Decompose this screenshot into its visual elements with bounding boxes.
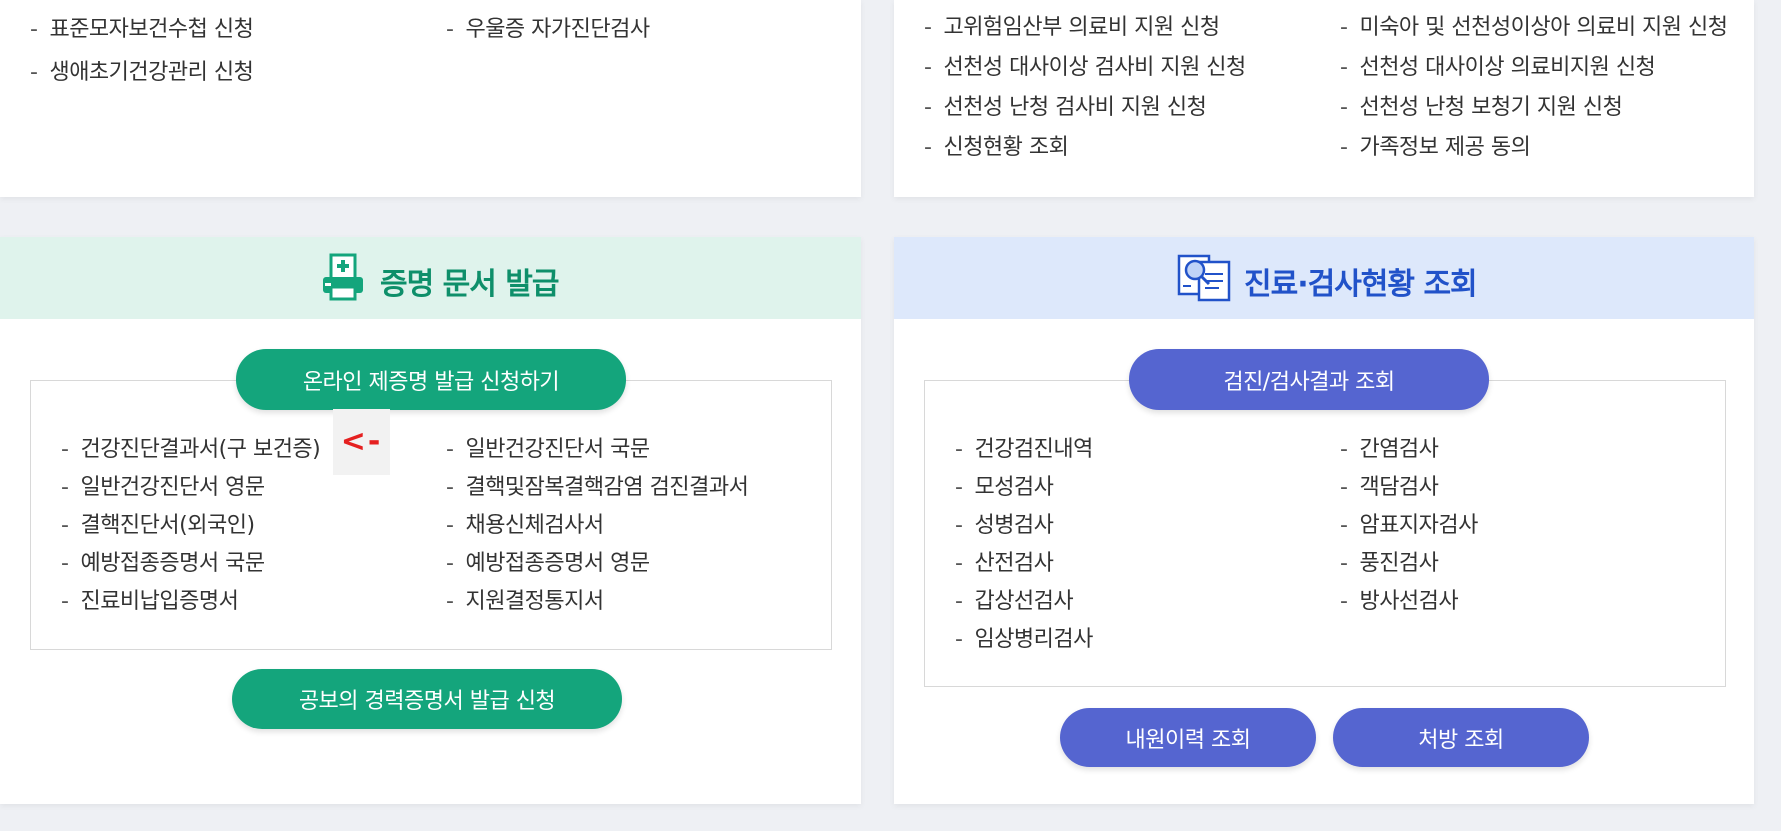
dash: - [446, 589, 454, 614]
list-item[interactable]: - 모성검사 [955, 469, 1054, 501]
dash: - [1340, 589, 1348, 614]
online-certificate-apply-button[interactable]: 온라인 제증명 발급 신청하기 [236, 349, 626, 410]
list-item[interactable]: - 건강검진내역 [955, 431, 1093, 463]
list-item[interactable]: - 건강진단결과서(구 보건증) [61, 431, 321, 463]
list-item[interactable]: - 예방접종증명서 국문 [61, 545, 265, 577]
list-item[interactable]: - 예방접종증명서 영문 [446, 545, 650, 577]
list-item[interactable]: - 가족정보 제공 동의 [1340, 129, 1531, 161]
dash: - [30, 60, 38, 85]
exam-results-button[interactable]: 검진/검사결과 조회 [1129, 349, 1489, 410]
list-item[interactable]: - 우울증 자가진단검사 [446, 11, 650, 43]
dash: - [1340, 437, 1348, 462]
list-item[interactable]: - 간염검사 [1340, 431, 1439, 463]
dash: - [955, 513, 963, 538]
visit-history-button[interactable]: 내원이력 조회 [1060, 708, 1316, 767]
annotation-arrow-marker: <- [333, 409, 390, 475]
dash: - [924, 15, 932, 40]
dash: - [955, 475, 963, 500]
certificate-issuance-card: 증명 문서 발급 - 건강진단결과서(구 보건증) - 일반건강진단서 국문 - 일반… [0, 237, 861, 804]
exam-list-box: - 건강검진내역 - 간염검사 - 모성검사 - 객담검사 - 성병검사 - 암표지자검사 … [924, 380, 1726, 687]
list-item[interactable]: - 선천성 난청 검사비 지원 신청 [924, 89, 1207, 121]
list-item[interactable]: - 선천성 대사이상 의료비지원 신청 [1340, 49, 1656, 81]
career-certificate-apply-button[interactable]: 공보의 경력증명서 발급 신청 [232, 669, 622, 729]
dash: - [955, 437, 963, 462]
certificate-list-box: - 건강진단결과서(구 보건증) - 일반건강진단서 국문 - 일반건강진단서 영문 … [30, 380, 832, 650]
list-item[interactable]: - 채용신체검사서 [446, 507, 604, 539]
list-item[interactable]: - 갑상선검사 [955, 583, 1074, 615]
maternal-services-card: - 표준모자보건수첩 신청 - 우울증 자가진단검사 - 생애초기건강관리 신청 [0, 0, 861, 197]
list-item[interactable]: - 일반건강진단서 영문 [61, 469, 265, 501]
dash: - [1340, 551, 1348, 576]
section-header: 증명 문서 발급 [0, 237, 861, 319]
list-item[interactable]: - 암표지자검사 [1340, 507, 1478, 539]
document-search-icon [1177, 254, 1231, 302]
dash: - [61, 475, 69, 500]
list-item[interactable]: - 미숙아 및 선천성이상아 의료비 지원 신청 [1340, 9, 1728, 41]
dash: - [1340, 95, 1348, 120]
dash: - [30, 17, 38, 42]
list-item[interactable]: - 풍진검사 [1340, 545, 1439, 577]
dash: - [955, 551, 963, 576]
list-item[interactable]: - 선천성 대사이상 검사비 지원 신청 [924, 49, 1246, 81]
exam-status-card: 진료·검사현황 조회 - 건강검진내역 - 간염검사 - 모성검사 - 객담검사 - 성병… [894, 237, 1754, 804]
dash: - [61, 437, 69, 462]
list-item[interactable]: - 지원결정통지서 [446, 583, 604, 615]
dash: - [446, 513, 454, 538]
dash: - [955, 589, 963, 614]
dash: - [955, 627, 963, 652]
list-item[interactable]: - 선천성 난청 보청기 지원 신청 [1340, 89, 1623, 121]
support-services-card: - 고위험임산부 의료비 지원 신청 - 미숙아 및 선천성이상아 의료비 지원 신… [894, 0, 1754, 197]
list-item[interactable]: - 일반건강진단서 국문 [446, 431, 650, 463]
list-item[interactable]: - 성병검사 [955, 507, 1054, 539]
dash: - [61, 589, 69, 614]
dash: - [924, 95, 932, 120]
dash: - [1340, 15, 1348, 40]
list-item[interactable]: - 진료비납입증명서 [61, 583, 239, 615]
dash: - [1340, 55, 1348, 80]
dash: - [924, 135, 932, 160]
dash: - [1340, 475, 1348, 500]
section-header: 진료·검사현황 조회 [894, 237, 1754, 319]
list-item[interactable]: - 결핵및잠복결핵감염 검진결과서 [446, 469, 749, 501]
list-item[interactable]: - 신청현황 조회 [924, 129, 1069, 161]
dash: - [446, 17, 454, 42]
list-item[interactable]: - 결핵진단서(외국인) [61, 507, 255, 539]
printer-icon [323, 253, 363, 301]
list-item[interactable]: - 생애초기건강관리 신청 [30, 54, 254, 86]
section-title: 증명 문서 발급 [380, 267, 559, 302]
dash: - [61, 513, 69, 538]
list-item[interactable]: - 산전검사 [955, 545, 1054, 577]
dash: - [1340, 513, 1348, 538]
dash: - [61, 551, 69, 576]
dash: - [446, 475, 454, 500]
dash: - [446, 437, 454, 462]
dash: - [1340, 135, 1348, 160]
dash: - [924, 55, 932, 80]
section-title: 진료·검사현황 조회 [1244, 267, 1478, 302]
list-item[interactable]: - 표준모자보건수첩 신청 [30, 11, 254, 43]
list-item[interactable]: - 임상병리검사 [955, 621, 1093, 653]
dash: - [446, 551, 454, 576]
list-item[interactable]: - 객담검사 [1340, 469, 1439, 501]
list-item[interactable]: - 고위험임산부 의료비 지원 신청 [924, 9, 1220, 41]
list-item[interactable]: - 방사선검사 [1340, 583, 1459, 615]
prescription-button[interactable]: 처방 조회 [1333, 708, 1589, 767]
